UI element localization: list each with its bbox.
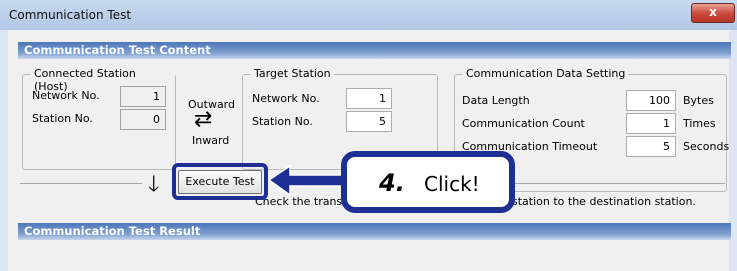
transfer-arrows-icon: ⇄ (194, 107, 213, 132)
communication-test-window: Communication Test x Communication Test … (0, 0, 737, 271)
comm-count-input[interactable]: 1 (626, 113, 676, 134)
comm-timeout-unit: Seconds (683, 140, 730, 153)
host-station-field: 0 (120, 109, 166, 130)
target-network-label: Network No. (252, 92, 320, 105)
window-title: Communication Test (9, 8, 132, 22)
host-network-field: 1 (120, 86, 166, 107)
down-arrow-icon: 🡓 (148, 172, 160, 197)
comm-count-label: Communication Count (462, 117, 585, 130)
inward-label: Inward (192, 134, 230, 147)
data-setting-legend: Communication Data Setting (463, 67, 629, 80)
target-station-input[interactable]: 5 (346, 111, 392, 132)
data-length-unit: Bytes (683, 94, 714, 107)
instruction-callout: 4. Click! (341, 151, 515, 213)
content-section-header: Communication Test Content (18, 42, 731, 59)
data-length-input[interactable]: 100 (626, 90, 676, 111)
execute-description-end: station to the destination station. (512, 195, 696, 208)
host-network-label: Network No. (32, 89, 100, 102)
separator-line-right (508, 183, 725, 184)
callout-text: Click! (424, 172, 480, 196)
host-station-label: Station No. (32, 112, 93, 125)
separator-line-left (20, 183, 142, 184)
execute-highlight-frame (172, 163, 268, 200)
title-bar[interactable]: Communication Test x (0, 0, 737, 30)
callout-arrow-icon (267, 164, 345, 197)
data-length-label: Data Length (462, 94, 530, 107)
target-station-label: Station No. (252, 115, 313, 128)
result-section-header: Communication Test Result (18, 223, 731, 240)
close-button[interactable]: x (691, 3, 735, 23)
target-network-input[interactable]: 1 (346, 88, 392, 109)
comm-timeout-input[interactable]: 5 (626, 136, 676, 157)
comm-count-unit: Times (683, 117, 716, 130)
target-station-legend: Target Station (251, 67, 334, 80)
callout-step-number: 4. (379, 169, 405, 197)
close-icon: x (709, 5, 717, 19)
